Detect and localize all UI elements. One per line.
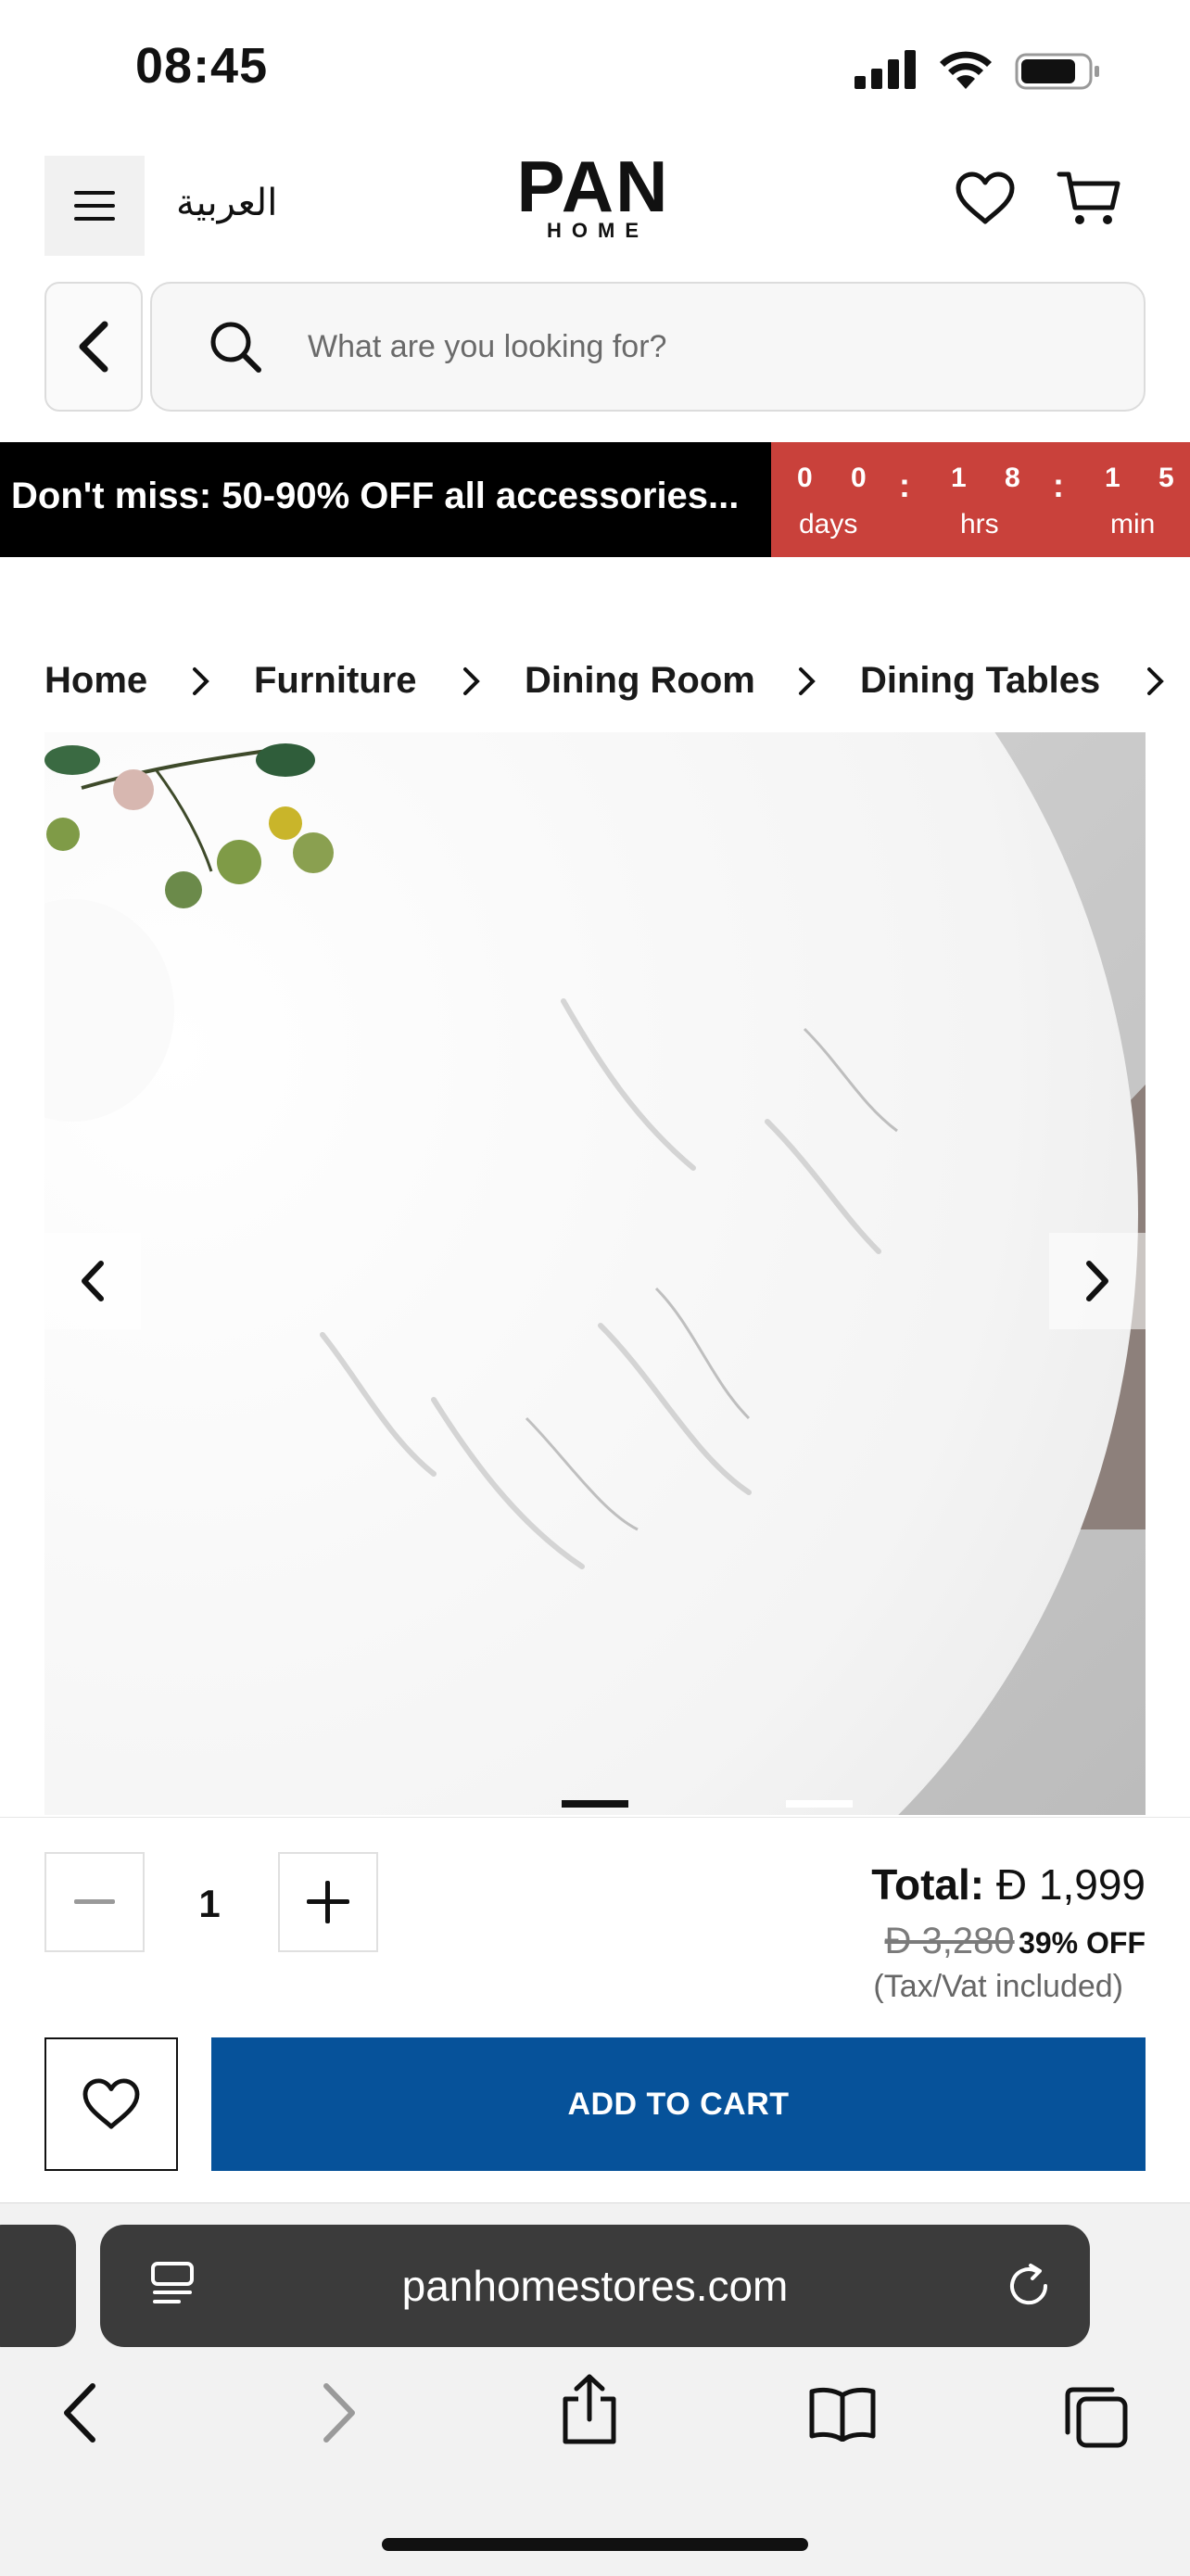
browser-bookmarks-button[interactable]	[808, 2386, 877, 2446]
countdown-minutes-digit: 5	[1158, 463, 1174, 493]
wifi-icon	[940, 51, 992, 89]
status-icons	[853, 46, 1103, 93]
home-indicator	[382, 2538, 808, 2551]
cart-header-button[interactable]	[1057, 169, 1123, 233]
countdown-days-label: days	[799, 509, 858, 539]
chevron-right-icon	[1086, 1261, 1108, 1301]
hamburger-icon	[74, 191, 115, 221]
address-bar[interactable]: panhomestores.com	[100, 2225, 1090, 2347]
countdown-minutes-label: min	[1110, 509, 1156, 539]
chevron-left-icon	[64, 2383, 95, 2443]
countdown-timer: 0 0 : 1 8 : 1 5 days hrs min	[771, 442, 1190, 557]
search-icon	[210, 322, 261, 373]
signal-icon	[855, 50, 916, 89]
heart-icon	[956, 171, 1015, 224]
chevron-left-icon	[82, 1261, 104, 1301]
tax-note: (Tax/Vat included)	[873, 1969, 1123, 2004]
chevron-left-icon	[79, 321, 108, 373]
gallery-prev-button[interactable]	[44, 1233, 141, 1329]
logo-main-text: PAN	[516, 146, 670, 227]
browser-forward-button[interactable]	[319, 2380, 360, 2450]
book-icon	[809, 2387, 876, 2443]
quantity-decrease-button[interactable]	[44, 1852, 145, 1952]
reload-icon	[1010, 2264, 1048, 2305]
quantity-value[interactable]: 1	[185, 1882, 234, 1926]
chevron-right-icon	[193, 667, 209, 695]
gallery-next-button[interactable]	[1049, 1233, 1146, 1329]
chevron-right-icon	[463, 667, 480, 695]
plus-icon	[307, 1881, 349, 1923]
chevron-right-icon	[1147, 667, 1164, 695]
marble-table-photo	[44, 732, 1146, 1815]
browser-back-button[interactable]	[59, 2380, 100, 2450]
countdown-hours-label: hrs	[960, 509, 999, 539]
gallery-dot-active[interactable]	[562, 1800, 628, 1808]
breadcrumb-home[interactable]: Home	[44, 660, 147, 702]
language-switch-link[interactable]: العربية	[176, 182, 277, 224]
heart-icon	[82, 2078, 140, 2129]
countdown-days-digit: 0	[851, 463, 867, 493]
currency-symbol: Ð	[995, 1860, 1028, 1909]
promo-text[interactable]: Don't miss: 50-90% OFF all accessories..…	[11, 476, 739, 517]
discount-badge: 39% OFF	[1019, 1926, 1146, 1960]
wishlist-header-button[interactable]	[955, 171, 1016, 231]
countdown-hours-digit: 8	[1005, 463, 1020, 493]
price-value: 1,999	[1038, 1860, 1146, 1909]
logo-sub-text: HOME	[547, 219, 649, 242]
quantity-increase-button[interactable]	[278, 1852, 378, 1952]
old-price: Ð 3,280	[884, 1921, 1015, 1961]
countdown-minutes-digit: 1	[1105, 463, 1120, 493]
old-price-row: Ð 3,280 39% OFF	[885, 1921, 1146, 1962]
cart-icon	[1057, 171, 1120, 224]
browser-share-button[interactable]	[560, 2373, 619, 2452]
share-icon	[563, 2374, 616, 2444]
minus-icon	[74, 1899, 115, 1904]
previous-tab-preview[interactable]	[0, 2225, 76, 2347]
breadcrumb-dining-room[interactable]: Dining Room	[525, 660, 755, 702]
add-to-wishlist-button[interactable]	[44, 2037, 178, 2171]
search-bar[interactable]	[150, 282, 1146, 412]
countdown-days-digit: 0	[797, 463, 813, 493]
browser-tabs-button[interactable]	[1062, 2382, 1129, 2454]
countdown-separator: :	[899, 466, 910, 504]
chevron-right-icon	[799, 667, 816, 695]
back-button[interactable]	[44, 282, 143, 412]
menu-button[interactable]	[44, 156, 145, 256]
status-time: 08:45	[135, 38, 269, 94]
battery-icon	[1015, 53, 1099, 90]
pan-home-logo[interactable]: PAN HOME	[482, 146, 704, 248]
tabs-icon	[1065, 2387, 1128, 2448]
chevron-right-icon	[323, 2383, 355, 2443]
total-price: Total: Ð 1,999	[871, 1859, 1146, 1910]
countdown-hours-digit: 1	[951, 463, 967, 493]
countdown-separator: :	[1053, 466, 1064, 504]
add-to-cart-button[interactable]: ADD TO CART	[211, 2037, 1146, 2171]
breadcrumb-dining-tables[interactable]: Dining Tables	[860, 660, 1100, 702]
url-text[interactable]: panhomestores.com	[100, 2261, 1090, 2311]
search-input[interactable]	[306, 327, 1014, 366]
breadcrumb-furniture[interactable]: Furniture	[254, 660, 417, 702]
total-label: Total:	[871, 1860, 985, 1909]
product-image[interactable]	[44, 732, 1146, 1815]
gallery-dot[interactable]	[786, 1800, 853, 1808]
